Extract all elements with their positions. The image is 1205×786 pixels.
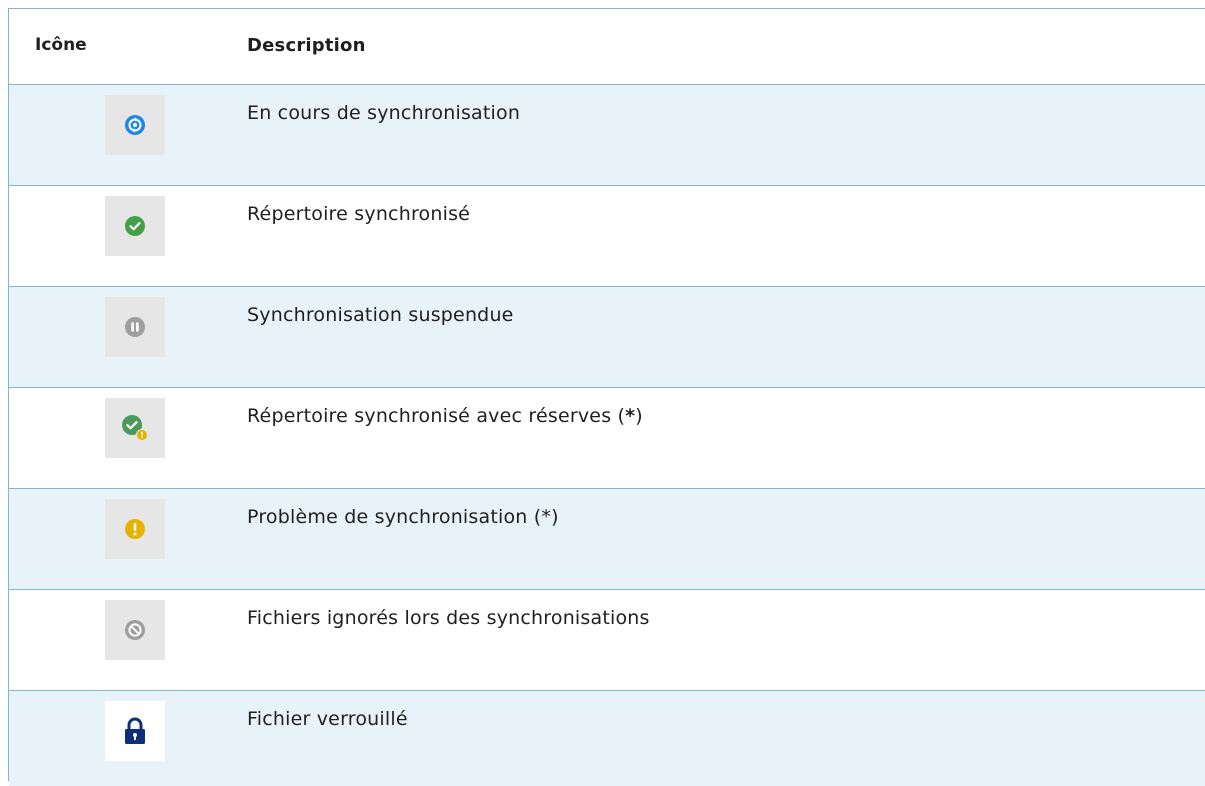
row-description: Répertoire synchronisé avec réserves (*)	[247, 388, 1205, 427]
asterisk-note: *	[625, 405, 636, 427]
row-description: Fichiers ignorés lors des synchronisatio…	[247, 607, 650, 629]
table-row: Synchronisation suspendue	[9, 287, 1205, 388]
table-row: Fichier verrouillé	[9, 691, 1205, 786]
header-description-column: Description	[247, 35, 366, 56]
icon-cell	[9, 186, 247, 286]
paused-icon	[105, 297, 165, 357]
header-icon-column: Icône	[35, 35, 87, 55]
row-description: Répertoire synchronisé	[247, 203, 471, 225]
syncing-icon	[105, 95, 165, 155]
row-description: Synchronisation suspendue	[247, 304, 514, 326]
table-row: Fichiers ignorés lors des synchronisatio…	[9, 590, 1205, 691]
table-row: Problème de synchronisation (*)	[9, 489, 1205, 590]
row-description-text: Répertoire synchronisé avec réserves (	[247, 405, 626, 427]
table-row: Répertoire synchronisé	[9, 186, 1205, 287]
row-description: En cours de synchronisation	[247, 102, 521, 124]
row-description: Problème de synchronisation (*)	[247, 506, 559, 528]
row-description: Fichier verrouillé	[247, 708, 408, 730]
ignored-icon	[105, 600, 165, 660]
icon-legend-table: Icône Description En cours de synchronis…	[8, 8, 1205, 786]
lock-icon	[105, 701, 165, 761]
table-row: Répertoire synchronisé avec réserves (*)	[9, 388, 1205, 489]
icon-cell	[9, 85, 247, 185]
row-description-end: )	[635, 405, 643, 427]
icon-cell	[9, 388, 247, 488]
icon-cell	[9, 287, 247, 387]
table-row: En cours de synchronisation	[9, 85, 1205, 186]
icon-cell	[9, 590, 247, 690]
synced-check-icon	[105, 196, 165, 256]
icon-cell	[9, 489, 247, 589]
icon-cell	[9, 691, 247, 786]
warning-icon	[105, 499, 165, 559]
synced-warning-icon	[105, 398, 165, 458]
table-header-row: Icône Description	[9, 9, 1205, 85]
